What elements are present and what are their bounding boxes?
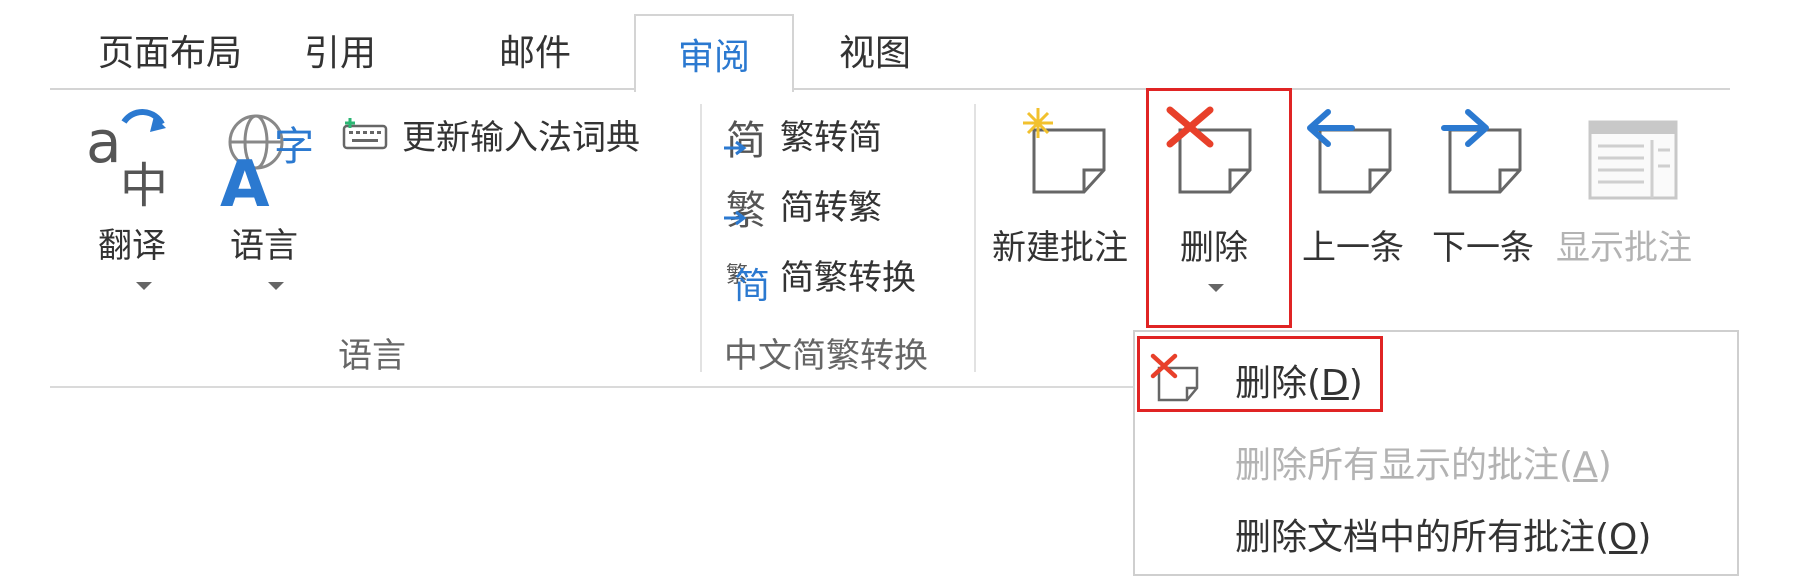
svg-text:a: a [86, 108, 122, 176]
next-comment-button[interactable]: 下一条 [1432, 104, 1552, 304]
tab-label: 视图 [838, 33, 911, 74]
menu-item-delete-all-shown[interactable]: 删除所有显示的批注(A) [1143, 428, 1731, 488]
update-ime-dictionary-button[interactable]: 更新输入法词典 [340, 110, 670, 160]
menu-text: 删除文档中的所有批注( [1235, 517, 1610, 558]
accelerator-key: A [1573, 445, 1598, 486]
svg-text:中: 中 [120, 158, 168, 212]
menu-item-delete-all-in-document-label: 删除文档中的所有批注(O) [1235, 508, 1651, 560]
to-simplified-label: 繁转简 [780, 118, 882, 158]
simplified-char-icon: 简 [724, 118, 766, 162]
tab-view[interactable]: 视图 [800, 14, 950, 86]
accelerator-key: O [1609, 517, 1638, 558]
tab-label: 审阅 [677, 37, 750, 78]
tab-label: 引用 [303, 33, 376, 74]
language-label: 语言 [230, 226, 298, 266]
next-comment-label: 下一条 [1432, 228, 1534, 268]
new-comment-label: 新建批注 [992, 228, 1128, 268]
menu-item-delete-all-in-document[interactable]: 删除文档中的所有批注(O) [1143, 500, 1731, 560]
menu-text: 删除所有显示的批注( [1235, 445, 1574, 486]
new-comment-icon [1023, 108, 1106, 194]
show-comments-button[interactable]: 显示批注 [1556, 104, 1726, 304]
arrow-right-icon [1441, 109, 1522, 194]
new-comment-button[interactable]: 新建批注 [992, 104, 1142, 304]
tab-label: 页面布局 [97, 33, 242, 74]
chevron-down-icon [268, 282, 284, 290]
svg-text:简: 简 [726, 118, 766, 162]
tab-mailings[interactable]: 邮件 [460, 14, 610, 86]
show-comments-label: 显示批注 [1556, 228, 1692, 268]
traditional-to-simplified-button[interactable]: 简 繁转简 [722, 110, 942, 164]
menu-item-delete-all-shown-label: 删除所有显示的批注(A) [1235, 436, 1612, 488]
svg-text:字: 字 [274, 124, 314, 170]
svg-text:繁: 繁 [726, 188, 766, 232]
chinese-conversion-group-label: 中文简繁转换 [724, 336, 928, 376]
tab-references[interactable]: 引用 [290, 14, 390, 86]
chevron-down-icon [136, 282, 152, 290]
delete-dropdown-menu: 删除(D) 删除所有显示的批注(A) 删除文档中的所有批注(O) [1133, 330, 1739, 576]
tab-page-layout[interactable]: 页面布局 [70, 14, 270, 86]
delete-button-highlight [1146, 88, 1292, 328]
language-group-label: 语言 [338, 336, 406, 376]
tab-label: 邮件 [498, 33, 571, 74]
menu-text: ) [1637, 517, 1652, 558]
svg-text:A: A [220, 148, 270, 212]
group-divider [700, 104, 702, 372]
previous-comment-button[interactable]: 上一条 [1302, 104, 1422, 304]
svg-text:简: 简 [734, 266, 770, 302]
convert-label: 简繁转换 [780, 258, 916, 298]
update-ime-dictionary-label: 更新输入法词典 [402, 118, 640, 158]
group-divider [974, 104, 976, 372]
language-button[interactable]: A 字 语言 [206, 102, 326, 302]
show-comments-icon [1588, 120, 1678, 200]
translate-button[interactable]: a 中 翻译 [74, 102, 194, 302]
simplified-traditional-convert-button[interactable]: 繁 简 简繁转换 [722, 250, 962, 304]
menu-text: ) [1597, 445, 1612, 486]
language-icon: A 字 [220, 114, 314, 212]
to-traditional-label: 简转繁 [780, 188, 882, 228]
translate-icon: a 中 [86, 108, 168, 212]
arrow-left-icon [1307, 109, 1392, 194]
traditional-char-icon: 繁 [724, 188, 766, 232]
convert-char-icon: 繁 简 [726, 263, 770, 302]
translate-label: 翻译 [98, 226, 166, 266]
previous-comment-label: 上一条 [1302, 228, 1404, 268]
simplified-to-traditional-button[interactable]: 繁 简转繁 [722, 180, 942, 234]
keyboard-icon [342, 118, 388, 150]
ribbon-bottom-border [50, 386, 1170, 388]
menu-item-highlight [1137, 336, 1383, 412]
tab-review[interactable]: 审阅 [634, 14, 794, 92]
